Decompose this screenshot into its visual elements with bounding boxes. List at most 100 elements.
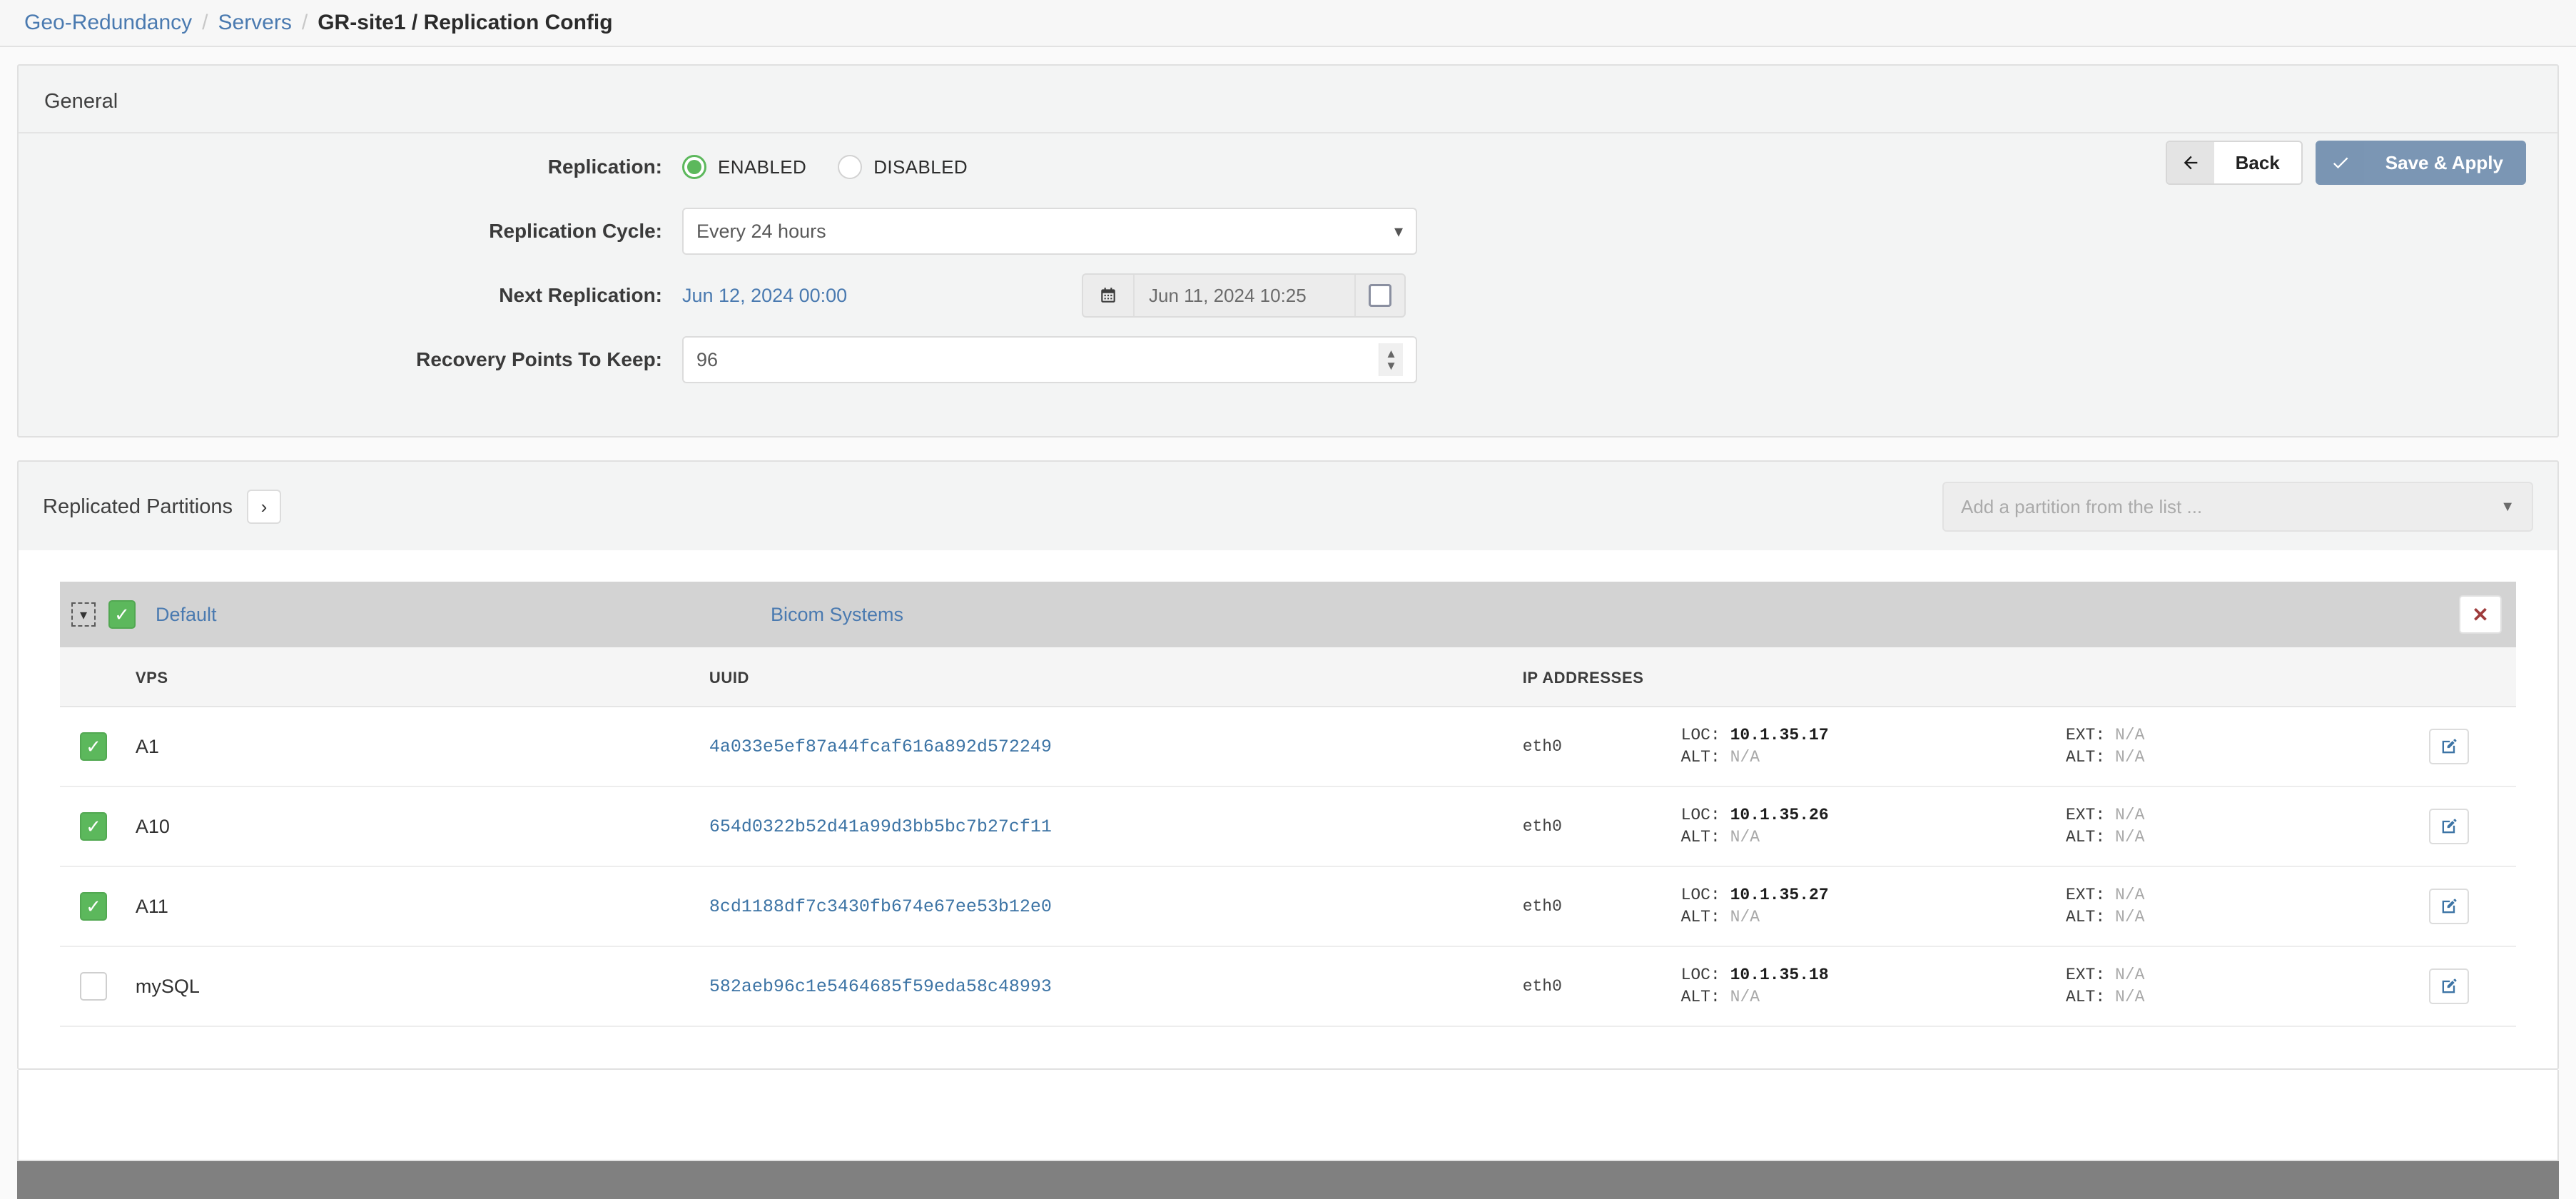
breadcrumb-item-geo-redundancy[interactable]: Geo-Redundancy xyxy=(24,11,192,35)
recovery-points-label: Recovery Points To Keep: xyxy=(416,348,662,370)
replicated-partitions-title: Replicated Partitions xyxy=(43,495,233,518)
table-header: VPS UUID IP ADDRESSES xyxy=(60,647,2516,707)
uuid-cell: 8cd1188df7c3430fb674e67ee53b12e0 xyxy=(709,866,1523,946)
ip-local-line: LOC: 10.1.35.27 xyxy=(1681,884,2066,906)
replication-cycle-label: Replication Cycle: xyxy=(489,220,662,242)
column-header-select xyxy=(60,647,136,707)
ip-alt-ext-line: ALT: N/A xyxy=(2066,826,2429,849)
datepicker-checkbox[interactable] xyxy=(1356,275,1404,316)
ip-loc-key: LOC: xyxy=(1680,966,1720,984)
partition-group-owner[interactable]: Bicom Systems xyxy=(771,604,903,626)
next-replication-field: Jun 12, 2024 00:00 Jun 11, 2024 10:25 xyxy=(682,273,1406,318)
vps-name-cell: A11 xyxy=(136,866,709,946)
uuid-link[interactable]: 654d0322b52d41a99d3bb5bc7b27cf11 xyxy=(709,816,1052,837)
vps-name-cell: A1 xyxy=(136,707,709,786)
next-replication-row: Next Replication: Jun 12, 2024 00:00 Jun… xyxy=(19,273,2557,318)
ip-ext-value: N/A xyxy=(2114,966,2145,984)
stepper-down-icon: ▼ xyxy=(1385,359,1397,373)
general-form: Back Save & Apply Replication: ENABLED D… xyxy=(19,133,2557,436)
page-content: General Back Save & Apply Replication: E… xyxy=(0,47,2576,1161)
datepicker[interactable]: Jun 11, 2024 10:25 xyxy=(1082,273,1406,318)
ip-alt-right-key: ALT: xyxy=(2065,908,2106,926)
uuid-link[interactable]: 8cd1188df7c3430fb674e67ee53b12e0 xyxy=(709,896,1052,917)
uuid-link[interactable]: 582aeb96c1e5464685f59eda58c48993 xyxy=(709,976,1052,997)
save-apply-button[interactable]: Save & Apply xyxy=(2315,141,2526,185)
edit-icon[interactable] xyxy=(2428,889,2469,924)
ip-alt-left-key: ALT: xyxy=(1680,908,1720,926)
recovery-points-input[interactable]: 96 ▲ ▼ xyxy=(682,336,1417,383)
ip-alt-right-value: N/A xyxy=(2114,908,2145,926)
ip-ext-key: EXT: xyxy=(2065,806,2106,824)
breadcrumb-item-current: GR-site1 / Replication Config xyxy=(318,11,613,34)
column-header-uuid: UUID xyxy=(709,647,1523,707)
calendar-icon xyxy=(1083,275,1135,316)
ip-loc-key: LOC: xyxy=(1680,726,1720,744)
ip-alt-ext-line: ALT: N/A xyxy=(2066,747,2429,769)
quantity-stepper[interactable]: ▲ ▼ xyxy=(1379,343,1403,376)
row-checkbox[interactable] xyxy=(80,972,107,1001)
ip-local-line: LOC: 10.1.35.26 xyxy=(1681,804,2066,826)
group-checkbox[interactable]: ✓ xyxy=(108,600,136,629)
ip-local-line: LOC: 10.1.35.18 xyxy=(1681,964,2066,986)
ip-local-line: LOC: 10.1.35.17 xyxy=(1681,724,2066,747)
replication-cycle-field: Every 24 hours ▾ xyxy=(682,208,1417,255)
ip-local-cell: LOC: 10.1.35.26 ALT: N/A xyxy=(1681,786,2066,866)
close-icon[interactable]: ✕ xyxy=(2459,595,2502,634)
ip-alt-left-key: ALT: xyxy=(1680,828,1720,846)
panel-footer-spacer xyxy=(17,1070,2559,1161)
ip-ext-line: EXT: N/A xyxy=(2066,964,2429,986)
row-checkbox[interactable]: ✓ xyxy=(80,892,107,921)
table-row: ✓ A10 654d0322b52d41a99d3bb5bc7b27cf11 eth0… xyxy=(60,786,2516,866)
chevron-down-icon: ▼ xyxy=(2500,498,2515,515)
add-partition-select[interactable]: Add a partition from the list ... ▼ xyxy=(1942,482,2533,532)
interface-cell: eth0 xyxy=(1523,707,1681,786)
general-panel-title: General xyxy=(44,90,118,113)
edit-icon[interactable] xyxy=(2428,809,2469,844)
recovery-points-field: 96 ▲ ▼ xyxy=(682,336,1417,383)
row-checkbox[interactable]: ✓ xyxy=(80,732,107,761)
partition-group-header: ▾ ✓ Default Bicom Systems ✕ xyxy=(60,582,2516,647)
ip-ext-line: EXT: N/A xyxy=(2066,884,2429,906)
uuid-cell: 4a033e5ef87a44fcaf616a892d572249 xyxy=(709,707,1523,786)
breadcrumb-item-servers[interactable]: Servers xyxy=(218,11,292,35)
back-button[interactable]: Back xyxy=(2165,141,2303,185)
breadcrumb-separator: / xyxy=(301,11,308,34)
replication-cycle-value: Every 24 hours xyxy=(696,220,826,242)
vps-name-cell: mySQL xyxy=(136,946,709,1026)
row-checkbox[interactable]: ✓ xyxy=(80,812,107,841)
breadcrumb-separator: / xyxy=(202,11,208,34)
ip-external-cell: EXT: N/A ALT: N/A xyxy=(2066,786,2429,866)
next-replication-value[interactable]: Jun 12, 2024 00:00 xyxy=(682,285,1082,307)
edit-icon[interactable] xyxy=(2428,968,2469,1004)
ip-ext-value: N/A xyxy=(2114,806,2145,824)
replication-label: Replication: xyxy=(547,156,662,178)
recovery-points-value: 96 xyxy=(696,348,719,370)
chevron-down-icon[interactable]: ▾ xyxy=(71,602,96,627)
replicated-partitions-header: Replicated Partitions › Add a partition … xyxy=(19,462,2557,550)
ip-alt-local-line: ALT: N/A xyxy=(1681,747,2066,769)
form-actions: Back Save & Apply xyxy=(2165,141,2526,185)
radio-enabled[interactable]: ENABLED xyxy=(682,155,806,179)
column-header-ip-local xyxy=(1680,647,2066,707)
replication-cycle-select[interactable]: Every 24 hours ▾ xyxy=(682,208,1417,255)
ip-alt-left-value: N/A xyxy=(1730,828,1760,846)
vps-name: A1 xyxy=(135,735,159,757)
chevron-right-icon[interactable]: › xyxy=(246,490,281,524)
ip-loc-key: LOC: xyxy=(1680,806,1720,824)
radio-disabled[interactable]: DISABLED xyxy=(838,155,968,179)
partition-group-name[interactable]: Default xyxy=(136,604,771,626)
ip-alt-left-key: ALT: xyxy=(1680,748,1720,767)
edit-icon[interactable] xyxy=(2428,729,2469,764)
vps-name-cell: A10 xyxy=(136,786,709,866)
column-header-vps: VPS xyxy=(135,647,709,707)
uuid-cell: 582aeb96c1e5464685f59eda58c48993 xyxy=(709,946,1523,1026)
table-row: mySQL 582aeb96c1e5464685f59eda58c48993 eth… xyxy=(60,946,2516,1026)
next-replication-label: Next Replication: xyxy=(499,284,662,306)
replication-cycle-row: Replication Cycle: Every 24 hours ▾ xyxy=(19,208,2557,255)
vps-name: A11 xyxy=(135,895,168,917)
uuid-link[interactable]: 4a033e5ef87a44fcaf616a892d572249 xyxy=(709,737,1052,757)
ip-alt-left-value: N/A xyxy=(1730,748,1760,767)
column-header-ip-addresses: IP ADDRESSES xyxy=(1522,647,1681,707)
interface-cell: eth0 xyxy=(1523,866,1681,946)
ip-ext-line: EXT: N/A xyxy=(2066,804,2429,826)
